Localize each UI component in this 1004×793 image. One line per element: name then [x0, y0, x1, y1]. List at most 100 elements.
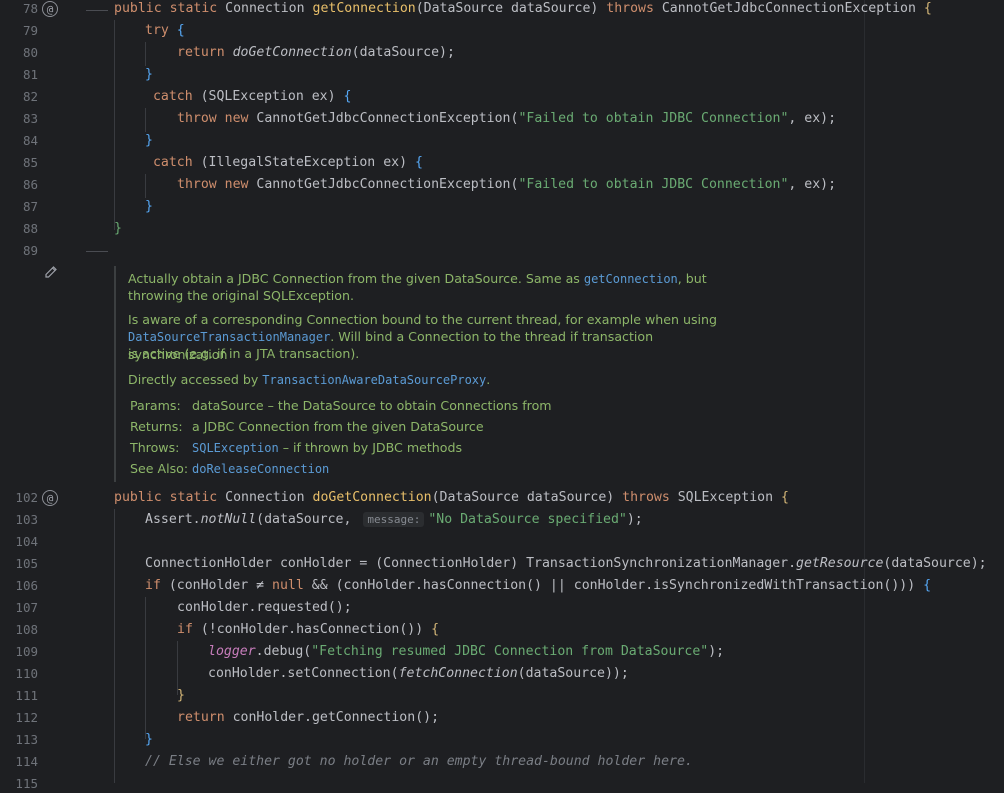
token-string: "Fetching resumed JDBC Connection from D…: [311, 644, 709, 659]
token-code: conHolder.getConnection();: [232, 710, 440, 725]
token-keyword: null: [272, 578, 312, 593]
token-args: (dataSource,: [256, 512, 360, 527]
token-call: doGetConnection: [232, 45, 352, 60]
code-line-80[interactable]: return doGetConnection(dataSource);: [177, 42, 455, 64]
token-args: (SQLException ex): [200, 89, 344, 104]
token-modifier: public static: [114, 490, 226, 505]
token-args: (dataSource);: [883, 556, 987, 571]
token-brace: }: [145, 199, 153, 214]
code-line-109[interactable]: logger.debug("Fetching resumed JDBC Conn…: [208, 641, 724, 663]
doc-text: , but: [677, 271, 707, 286]
code-line-108[interactable]: if (!conHolder.hasConnection()) {: [177, 619, 439, 641]
line-number: 102: [15, 490, 38, 505]
token-method-name: getConnection: [312, 1, 416, 16]
doc-tag: Throws:: [130, 440, 180, 455]
code-line-87[interactable]: }: [145, 196, 153, 218]
code-line-106[interactable]: if (conHolder ≠ null && (conHolder.hasCo…: [145, 575, 931, 597]
at-icon[interactable]: @: [42, 1, 58, 17]
doc-link-transactionawaredatasourceproxy[interactable]: TransactionAwareDataSourceProxy: [262, 373, 486, 387]
token-code: ConnectionHolder conHolder = (Connection…: [145, 556, 797, 571]
code-line-79[interactable]: try {: [145, 20, 185, 42]
line-number: 83: [22, 111, 38, 126]
line-number: 89: [22, 243, 38, 258]
token-keyword: throw new: [177, 177, 257, 192]
code-line-84[interactable]: }: [145, 130, 153, 152]
token-keyword: try: [145, 23, 177, 38]
token-call: fetchConnection: [398, 666, 518, 681]
token-keyword: catch: [145, 155, 201, 170]
code-line-110[interactable]: conHolder.setConnection(fetchConnection(…: [208, 663, 629, 685]
doc-link-datasourcetransactionmanager[interactable]: DataSourceTransactionManager: [128, 330, 330, 344]
token-exception: SQLException: [677, 490, 781, 505]
token-brace: {: [176, 23, 185, 38]
code-line-105[interactable]: ConnectionHolder conHolder = (Connection…: [145, 553, 987, 575]
doc-paragraph-1: Actually obtain a JDBC Connection from t…: [128, 270, 707, 288]
line-number: 82: [22, 89, 38, 104]
doc-tag-value: a JDBC Connection from the given DataSou…: [192, 419, 484, 434]
token-code: .debug(: [255, 644, 312, 659]
line-number: 115: [15, 776, 38, 791]
line-number: 107: [15, 600, 38, 615]
code-line-86[interactable]: throw new CannotGetJdbcConnectionExcepti…: [177, 174, 836, 196]
token-brace: {: [343, 89, 352, 104]
doc-paragraph-2: Is aware of a corresponding Connection b…: [128, 312, 717, 327]
doc-paragraph-3: Directly accessed by TransactionAwareDat…: [128, 371, 490, 389]
code-line-88[interactable]: }: [114, 218, 122, 240]
token-keyword: throw new: [177, 111, 257, 126]
line-number: 103: [15, 512, 38, 527]
code-line-111[interactable]: }: [177, 685, 185, 707]
code-line-83[interactable]: throw new CannotGetJdbcConnectionExcepti…: [177, 108, 836, 130]
line-number: 80: [22, 45, 38, 60]
code-line-82[interactable]: catch (SQLException ex) {: [145, 86, 352, 108]
token-code: conHolder.requested();: [177, 600, 352, 615]
doc-link-sqlexception[interactable]: SQLException: [192, 441, 279, 455]
doc-params: Params: dataSource – the DataSource to ob…: [130, 397, 552, 414]
token-code: conHolder.setConnection(: [208, 666, 399, 681]
indent-guide: [114, 20, 115, 230]
doc-paragraph-1-cont: throwing the original SQLException.: [128, 288, 354, 303]
token-args: (dataSource);: [351, 45, 455, 60]
indent-guide: [145, 174, 146, 198]
at-icon[interactable]: @: [42, 490, 58, 506]
doc-link-doreleaseconnection[interactable]: doReleaseConnection: [192, 462, 329, 476]
doc-tag-value: – if thrown by JDBC methods: [278, 440, 463, 455]
parameter-hint: message:: [363, 512, 425, 527]
token-args: (DataSource dataSource): [415, 1, 607, 16]
token-class: CannotGetJdbcConnectionException: [256, 111, 511, 126]
code-line-85[interactable]: catch (IllegalStateException ex) {: [145, 152, 423, 174]
line-number: 110: [15, 666, 38, 681]
token-call: getResource: [796, 556, 884, 571]
right-margin-guide: [864, 0, 865, 783]
token-brace: {: [414, 155, 423, 170]
doc-link-getconnection[interactable]: getConnection: [584, 272, 678, 286]
token-string: "No DataSource specified": [428, 512, 627, 527]
code-line-107[interactable]: conHolder.requested();: [177, 597, 352, 619]
doc-see-also: See Also: doReleaseConnection: [130, 460, 329, 478]
code-line-78[interactable]: public static Connection getConnection(D…: [114, 0, 932, 20]
token-call: notNull: [200, 512, 257, 527]
doc-tag-value: dataSource – the DataSource to obtain Co…: [192, 398, 552, 413]
doc-throws: Throws: SQLException – if thrown by JDBC …: [130, 439, 462, 457]
code-line-112[interactable]: return conHolder.getConnection();: [177, 707, 439, 729]
token-modifier: public static: [114, 1, 226, 16]
indent-marker: [86, 251, 108, 252]
doc-tag: See Also:: [130, 461, 189, 476]
token-args: (IllegalStateException ex): [200, 155, 415, 170]
token-method-name: doGetConnection: [312, 490, 432, 505]
code-line-81[interactable]: }: [145, 64, 153, 86]
edit-doc-icon[interactable]: [44, 265, 58, 279]
line-number: 87: [22, 199, 38, 214]
token-keyword: if: [145, 578, 169, 593]
code-line-114[interactable]: // Else we either got no holder or an em…: [145, 751, 693, 773]
token-brace: }: [177, 688, 185, 703]
rendered-javadoc: Actually obtain a JDBC Connection from t…: [114, 266, 754, 482]
code-line-103[interactable]: Assert.notNull(dataSource, message: "No D…: [145, 509, 643, 531]
doc-text: Directly accessed by: [128, 372, 263, 387]
line-number: 84: [22, 133, 38, 148]
indent-marker: [86, 10, 108, 11]
indent-guide: [145, 597, 146, 739]
token-keyword: catch: [145, 89, 201, 104]
doc-text: Actually obtain a JDBC Connection from t…: [128, 271, 584, 286]
code-line-102[interactable]: public static Connection doGetConnection…: [114, 487, 789, 509]
code-line-113[interactable]: }: [145, 729, 153, 751]
